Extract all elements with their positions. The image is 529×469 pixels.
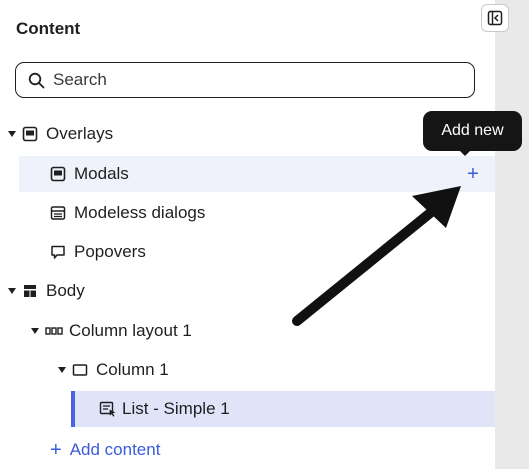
plus-icon: + xyxy=(50,439,62,461)
tree-item-label: Modeless dialogs xyxy=(74,203,206,222)
tree-item-label: List - Simple 1 xyxy=(122,399,230,418)
add-new-button[interactable]: + xyxy=(464,164,482,184)
caret-down-icon[interactable] xyxy=(8,131,16,137)
caret-down-icon[interactable] xyxy=(58,367,66,373)
caret-down-icon[interactable] xyxy=(8,288,16,294)
content-panel: Content Overlays Modals Modeless dialogs… xyxy=(0,0,495,469)
tree-item-column[interactable]: Column 1 xyxy=(0,352,495,388)
tree-item-body[interactable]: Body xyxy=(0,273,495,309)
panel-title: Content xyxy=(16,19,81,38)
tree-item-modals[interactable]: Modals xyxy=(19,156,495,192)
body-layout-icon xyxy=(22,283,38,299)
tree-item-label: Modals xyxy=(74,164,129,183)
list-icon xyxy=(99,401,117,417)
column-icon xyxy=(72,363,88,377)
tree-item-modeless-dialogs[interactable]: Modeless dialogs xyxy=(0,195,495,231)
tree-item-label: Overlays xyxy=(46,124,114,143)
modal-icon xyxy=(50,166,66,182)
modeless-dialog-icon xyxy=(50,205,66,221)
tree-item-popovers[interactable]: Popovers xyxy=(0,234,495,270)
add-new-tooltip: Add new xyxy=(423,111,522,151)
add-content-link[interactable]: + Add content xyxy=(50,440,160,460)
search-box[interactable] xyxy=(15,62,475,98)
column-layout-icon xyxy=(45,325,63,337)
caret-down-icon[interactable] xyxy=(31,328,39,334)
search-input[interactable] xyxy=(53,70,453,90)
overlay-icon xyxy=(22,126,38,142)
tree-item-list-simple[interactable]: List - Simple 1 xyxy=(71,391,495,427)
tree-item-overlays[interactable]: Overlays xyxy=(0,116,495,152)
tree-item-label: Popovers xyxy=(74,242,146,261)
tooltip-pointer xyxy=(459,150,471,156)
popover-icon xyxy=(50,244,66,260)
tree-item-label: Body xyxy=(46,281,85,300)
add-content-label: Add content xyxy=(69,440,161,459)
collapse-panel-icon xyxy=(487,10,503,26)
tree-item-label: Column layout 1 xyxy=(69,321,192,340)
collapse-panel-button[interactable] xyxy=(481,4,509,32)
search-icon xyxy=(28,72,45,89)
tree-item-label: Column 1 xyxy=(96,360,169,379)
tree-item-column-layout[interactable]: Column layout 1 xyxy=(0,313,495,349)
right-gutter xyxy=(495,0,529,469)
